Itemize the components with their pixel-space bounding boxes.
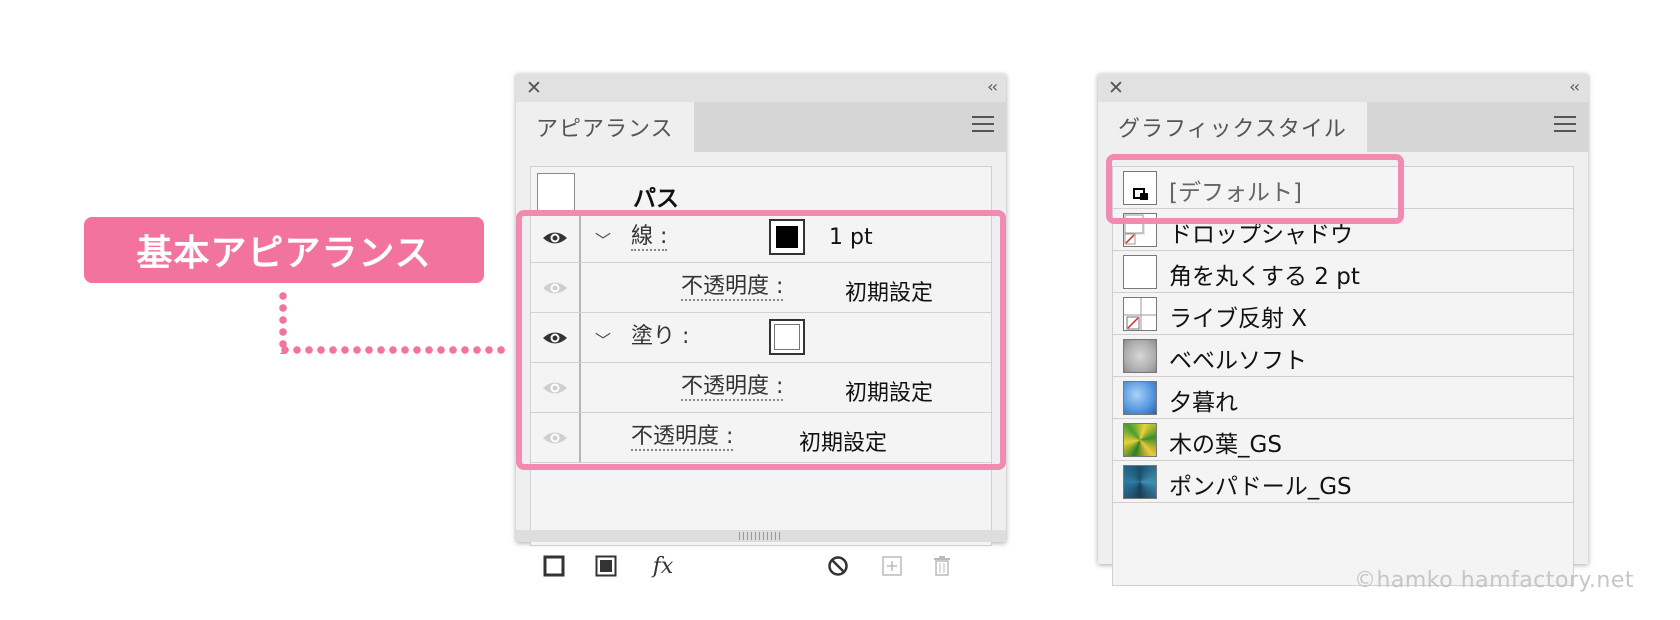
graphic-styles-list: [デフォルト] ドロップシャドウ 角を丸くする 2 pt ライブ反射 X ベベル… [1112, 166, 1574, 586]
fill-row[interactable]: ﹀ 塗り : [531, 313, 991, 363]
opacity-label[interactable]: 不透明度 : [631, 425, 734, 451]
list-item[interactable]: [デフォルト] [1113, 167, 1573, 209]
drop-shadow-style-icon [1123, 213, 1157, 247]
tab-graphic-styles[interactable]: グラフィックスタイル [1098, 102, 1367, 152]
style-label: ドロップシャドウ [1169, 222, 1353, 248]
style-label: ポンパドール_GS [1169, 474, 1352, 500]
opacity-label[interactable]: 不透明度 : [681, 275, 784, 301]
list-item[interactable]: ライブ反射 X [1113, 293, 1573, 335]
object-opacity-row[interactable]: 不透明度 : 初期設定 [531, 413, 991, 463]
visibility-toggle[interactable] [531, 263, 581, 312]
list-item[interactable]: ドロップシャドウ [1113, 209, 1573, 251]
fill-color-swatch[interactable] [769, 319, 805, 355]
chevron-down-icon[interactable]: ﹀ [595, 227, 611, 251]
tab-bar: グラフィックスタイル [1098, 102, 1588, 152]
eye-icon[interactable] [542, 280, 568, 296]
callout-connector-horizontal [279, 346, 507, 354]
close-icon[interactable]: ✕ [526, 77, 542, 99]
path-title: パス [633, 186, 679, 212]
fill-label[interactable]: 塗り : [631, 325, 689, 349]
style-label: ベベルソフト [1169, 348, 1307, 374]
pompadour-style-icon [1123, 465, 1157, 499]
fill-opacity-row[interactable]: 不透明度 : 初期設定 [531, 363, 991, 413]
stroke-color-swatch[interactable] [769, 219, 805, 255]
add-new-fill-icon[interactable] [594, 554, 618, 578]
visibility-toggle[interactable] [531, 413, 581, 462]
tab-label: グラフィックスタイル [1118, 117, 1347, 142]
list-item[interactable]: ポンパドール_GS [1113, 461, 1573, 503]
panel-footer: fx [516, 546, 1006, 586]
list-item[interactable]: 木の葉_GS [1113, 419, 1573, 461]
basic-appearance-callout: 基本アピアランス [84, 217, 484, 283]
list-item[interactable]: 夕暮れ [1113, 377, 1573, 419]
eye-icon[interactable] [542, 230, 568, 246]
delete-item-icon[interactable] [930, 554, 954, 578]
collapse-icon[interactable]: ‹‹ [987, 77, 998, 97]
visibility-toggle[interactable] [531, 213, 581, 262]
path-header-row[interactable]: パス [531, 167, 991, 215]
panel-menu-icon[interactable] [972, 116, 994, 134]
graphic-styles-panel: ✕ ‹‹ グラフィックスタイル [デフォルト] ドロップシャドウ 角を丸くする … [1098, 74, 1588, 586]
panel-title-bar[interactable]: ✕ ‹‹ [1098, 74, 1588, 102]
bevel-soft-style-icon [1123, 339, 1157, 373]
callout-label: 基本アピアランス [136, 233, 432, 274]
chevron-down-icon[interactable]: ﹀ [595, 327, 611, 351]
round-corners-style-icon [1123, 255, 1157, 289]
fx-icon[interactable]: fx [646, 553, 680, 579]
collapse-icon[interactable]: ‹‹ [1569, 77, 1580, 97]
list-item[interactable]: ベベルソフト [1113, 335, 1573, 377]
appearance-panel: ✕ ‹‹ アピアランス パス ﹀ 線 : 1 pt 不透明度: 初期設定 ﹀ … [516, 74, 1006, 579]
path-thumbnail [537, 173, 575, 215]
stroke-row[interactable]: ﹀ 線 : 1 pt [531, 213, 991, 263]
opacity-label[interactable]: 不透明度 : [681, 375, 784, 401]
fx-label: fx [652, 553, 674, 579]
eye-icon[interactable] [542, 330, 568, 346]
style-label: [デフォルト] [1169, 180, 1302, 206]
style-label: 角を丸くする 2 pt [1169, 264, 1360, 290]
stroke-label[interactable]: 線 : [631, 225, 668, 251]
live-reflect-style-icon [1123, 297, 1157, 331]
visibility-toggle[interactable] [531, 313, 581, 362]
sunset-style-icon [1123, 381, 1157, 415]
clear-appearance-icon[interactable] [826, 554, 850, 578]
stroke-weight-value[interactable]: 1 pt [829, 225, 873, 250]
default-style-icon [1123, 171, 1157, 205]
visibility-toggle[interactable] [531, 363, 581, 412]
opacity-value: 初期設定 [799, 431, 888, 456]
opacity-value: 初期設定 [845, 381, 934, 406]
style-label: 木の葉_GS [1169, 432, 1282, 458]
tab-label: アピアランス [536, 117, 674, 142]
eye-icon[interactable] [542, 380, 568, 396]
copyright-text: ©hamko hamfactory.net [1353, 568, 1634, 593]
eye-icon[interactable] [542, 430, 568, 446]
panel-title-bar[interactable]: ✕ ‹‹ [516, 74, 1006, 102]
resize-grip[interactable] [516, 530, 1006, 542]
list-item[interactable]: 角を丸くする 2 pt [1113, 251, 1573, 293]
opacity-value: 初期設定 [845, 281, 934, 306]
style-label: ライブ反射 X [1169, 306, 1308, 332]
appearance-list: パス ﹀ 線 : 1 pt 不透明度 : 初期設定 ﹀ 塗り: 不透明度: … [530, 166, 992, 546]
panel-menu-icon[interactable] [1554, 116, 1576, 134]
duplicate-item-icon[interactable] [880, 554, 904, 578]
style-label: 夕暮れ [1169, 390, 1238, 416]
stroke-opacity-row[interactable]: 不透明度 : 初期設定 [531, 263, 991, 313]
leaves-style-icon [1123, 423, 1157, 457]
tab-appearance[interactable]: アピアランス [516, 102, 694, 152]
tab-bar: アピアランス [516, 102, 1006, 152]
callout-connector-vertical [279, 290, 287, 354]
close-icon[interactable]: ✕ [1108, 77, 1124, 99]
add-new-stroke-icon[interactable] [542, 554, 566, 578]
